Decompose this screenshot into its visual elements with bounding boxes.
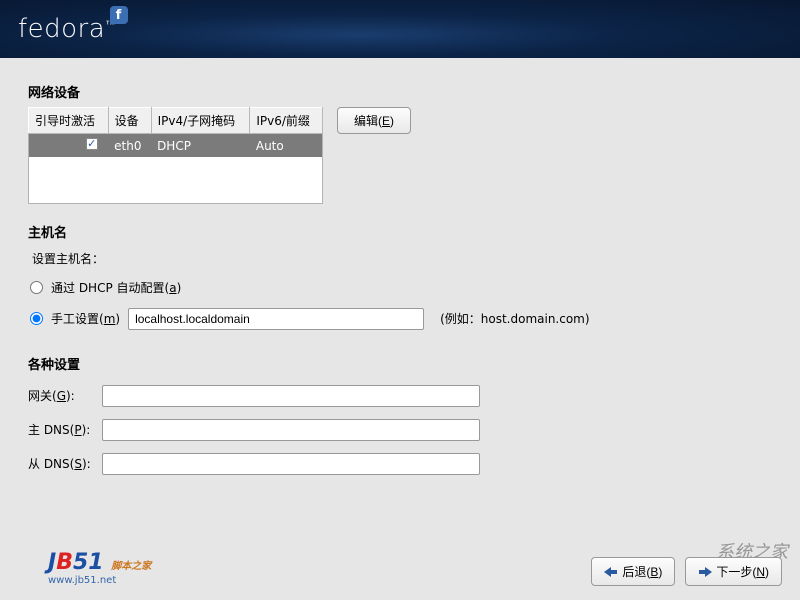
cell-ipv6: Auto [250, 134, 323, 158]
hostname-dhcp-radio[interactable] [30, 281, 43, 294]
network-devices-heading: 网络设备 [28, 82, 772, 101]
back-button[interactable]: 后退(B) [591, 557, 675, 586]
footer: JB51 脚本之家 www.jb51.net 后退(B) 下一步(N) [0, 550, 800, 586]
arrow-right-icon [698, 566, 712, 578]
col-ipv4[interactable]: IPv4/子网掩码 [151, 108, 250, 134]
table-empty-space [29, 157, 323, 203]
primary-dns-label: 主 DNS(P): [28, 421, 94, 438]
jb51-logo: JB51 脚本之家 www.jb51.net [48, 550, 151, 586]
col-device[interactable]: 设备 [108, 108, 151, 134]
table-row[interactable]: eth0 DHCP Auto [29, 134, 323, 158]
primary-dns-input[interactable] [102, 419, 480, 441]
main-content: 网络设备 引导时激活 设备 IPv4/子网掩码 IPv6/前缀 eth0 DHC… [0, 58, 800, 491]
fedora-logo: fedora™ f [18, 14, 116, 44]
gateway-label: 网关(G): [28, 387, 94, 404]
network-devices-table[interactable]: 引导时激活 设备 IPv4/子网掩码 IPv6/前缀 eth0 DHCP Aut… [28, 107, 323, 204]
installer-header: fedora™ f [0, 0, 800, 58]
hostname-manual-radio[interactable] [30, 312, 43, 325]
cell-ipv4: DHCP [151, 134, 250, 158]
col-active[interactable]: 引导时激活 [29, 108, 109, 134]
hostname-hint: 设置主机名： [28, 247, 772, 273]
misc-heading: 各种设置 [28, 354, 772, 373]
hostname-input[interactable] [128, 308, 424, 330]
hostname-manual-label[interactable]: 手工设置(m) [51, 310, 120, 327]
next-button[interactable]: 下一步(N) [685, 557, 782, 586]
active-checkbox[interactable] [86, 138, 98, 150]
secondary-dns-label: 从 DNS(S): [28, 455, 94, 472]
edit-button[interactable]: 编辑(E) [337, 107, 411, 134]
gateway-input[interactable] [102, 385, 480, 407]
hostname-dhcp-label[interactable]: 通过 DHCP 自动配置(a) [51, 279, 181, 296]
secondary-dns-input[interactable] [102, 453, 480, 475]
hostname-example: (例如：host.domain.com) [440, 310, 589, 327]
col-ipv6[interactable]: IPv6/前缀 [250, 108, 323, 134]
arrow-left-icon [604, 566, 618, 578]
fedora-f-icon: f [110, 6, 128, 24]
cell-device: eth0 [108, 134, 151, 158]
hostname-heading: 主机名 [28, 222, 772, 241]
